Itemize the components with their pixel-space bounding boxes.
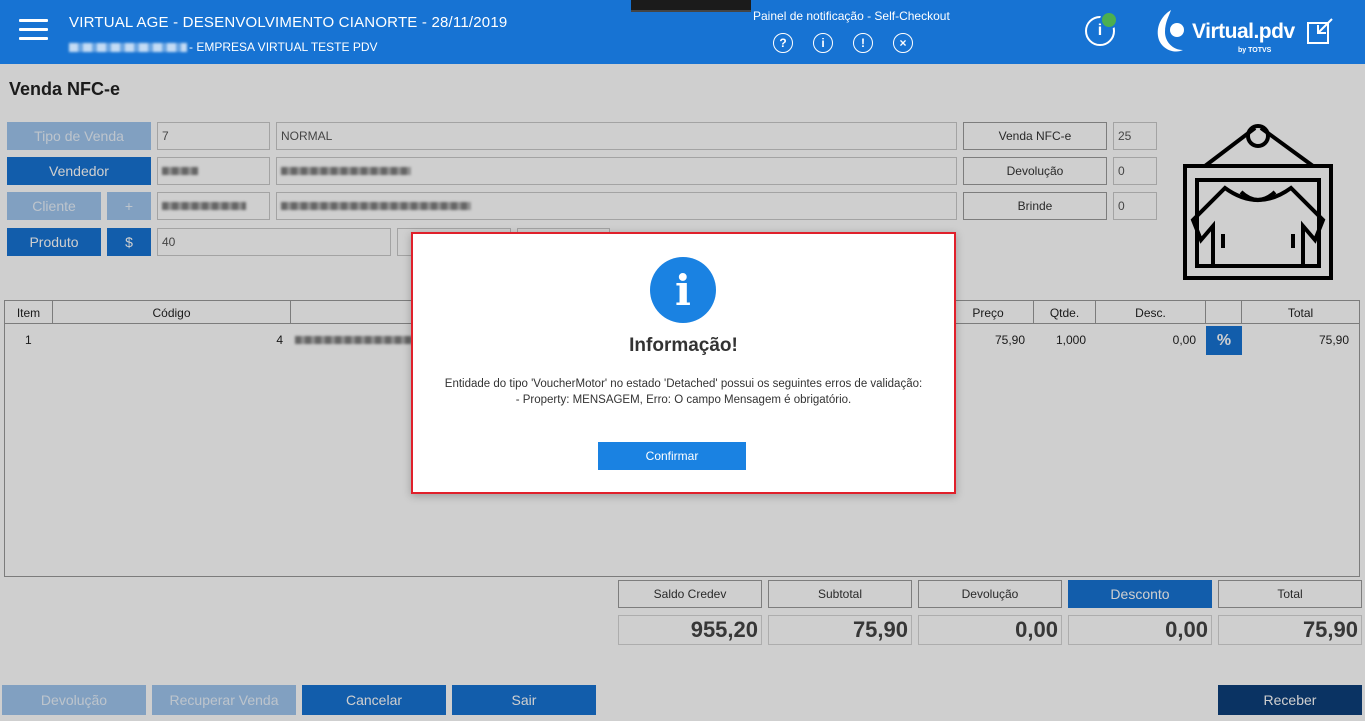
logo-text: Virtual.pdv bbox=[1192, 20, 1295, 43]
information-icon: i bbox=[650, 257, 716, 323]
company-subtitle: - EMPRESA VIRTUAL TESTE PDV bbox=[69, 40, 378, 54]
dialog-message: Entidade do tipo 'VoucherMotor' no estad… bbox=[413, 376, 954, 408]
help-icon[interactable]: ? bbox=[773, 33, 793, 53]
info-icon[interactable]: i bbox=[813, 33, 833, 53]
redacted-cnpj bbox=[69, 43, 187, 53]
company-name: - EMPRESA VIRTUAL TESTE PDV bbox=[189, 40, 378, 54]
dialog-message-line2: - Property: MENSAGEM, Erro: O campo Mens… bbox=[515, 394, 852, 406]
app-title: VIRTUAL AGE - DESENVOLVIMENTO CIANORTE -… bbox=[69, 14, 508, 31]
exit-fullscreen-icon[interactable] bbox=[1306, 17, 1334, 45]
alert-icon[interactable]: ! bbox=[853, 33, 873, 53]
notification-panel-label: Painel de notificação - Self-Checkout bbox=[753, 9, 950, 23]
notification-icons: ? i ! × bbox=[773, 33, 913, 53]
camera-notch bbox=[631, 0, 751, 12]
dialog-message-line1: Entidade do tipo 'VoucherMotor' no estad… bbox=[444, 378, 923, 390]
confirm-button[interactable]: Confirmar bbox=[598, 442, 746, 470]
close-circle-icon[interactable]: × bbox=[893, 33, 913, 53]
info-dialog: i Informação! Entidade do tipo 'VoucherM… bbox=[411, 232, 956, 494]
menu-icon[interactable] bbox=[19, 19, 48, 43]
dialog-title: Informação! bbox=[629, 335, 738, 356]
online-status-dot bbox=[1100, 11, 1118, 29]
logo-by-totvs: by TOTVS bbox=[1238, 47, 1272, 54]
